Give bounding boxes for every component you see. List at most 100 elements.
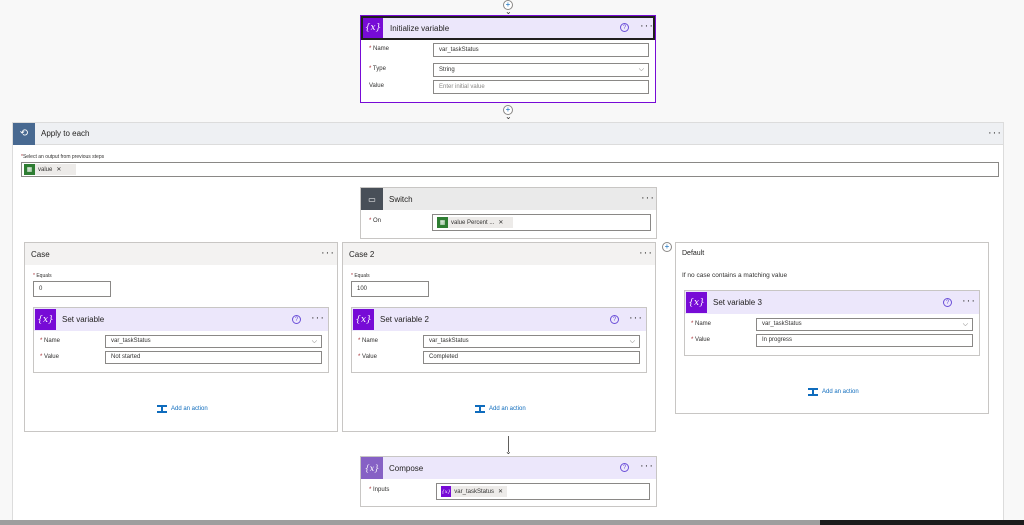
remove-token-icon[interactable]: ✕ (56, 164, 61, 176)
default-case-card: Default If no case contains a matching v… (675, 242, 989, 414)
name-label: * Name (369, 46, 390, 52)
set-variable-header[interactable]: {x} Set variable 3 (685, 291, 979, 314)
help-icon[interactable]: ? (620, 463, 629, 472)
compose-header[interactable]: {x} Compose (361, 457, 656, 479)
remove-token-icon[interactable]: ✕ (498, 217, 503, 229)
loop-icon: ⟲ (13, 122, 35, 145)
select-output-label: *Select an output from previous steps (21, 154, 105, 160)
add-an-action-link[interactable]: Add an action (475, 405, 526, 413)
name-label: * Name (691, 321, 712, 327)
switch-icon: ▭ (361, 188, 383, 210)
more-options-icon[interactable]: ··· (640, 461, 654, 472)
chevron-down-icon: ⌵ (638, 66, 644, 73)
switch-card: ▭ Switch ··· * On ▦ value Percent ... ✕ (360, 187, 657, 239)
card-title: Set variable (62, 315, 105, 324)
more-options-icon[interactable]: ··· (988, 128, 1002, 139)
initial-value-input[interactable]: Enter initial value (433, 80, 649, 94)
add-action-icon (808, 388, 818, 396)
default-description: If no case contains a matching value (682, 272, 788, 279)
percent-token[interactable]: ▦ value Percent ... ✕ (437, 217, 513, 228)
value-label: * Value (40, 354, 59, 360)
variable-value-input[interactable]: Not started (105, 351, 322, 364)
set-variable-3-card: {x} Set variable 3 ? ··· * Name var_task… (684, 290, 980, 356)
switch-on-input[interactable]: ▦ value Percent ... ✕ (432, 214, 651, 231)
card-title: Switch (389, 194, 413, 204)
more-options-icon[interactable]: ··· (640, 21, 654, 32)
remove-token-icon[interactable]: ✕ (498, 486, 503, 498)
variable-icon: {x} (363, 18, 383, 38)
chevron-down-icon: ⌵ (311, 338, 317, 345)
variable-name-select[interactable]: var_taskStatus ⌵ (756, 318, 973, 331)
set-variable-header[interactable]: {x} Set variable 2 (352, 308, 646, 331)
card-title: Case 2 (349, 249, 375, 259)
variable-name-select[interactable]: var_taskStatus ⌵ (423, 335, 640, 348)
card-title: Case (31, 249, 50, 259)
more-options-icon[interactable]: ··· (629, 313, 643, 324)
add-action-icon (157, 405, 167, 413)
name-label: * Name (358, 338, 379, 344)
variable-icon: {x} (35, 309, 56, 330)
compose-inputs-field[interactable]: {x} var_taskStatus ✕ (436, 483, 650, 500)
equals-label: * Equals (33, 273, 52, 279)
equals-label: * Equals (351, 273, 370, 279)
chevron-down-icon: ⌵ (962, 321, 968, 328)
help-icon[interactable]: ? (943, 298, 952, 307)
set-variable-2-card: {x} Set variable 2 ? ··· * Name var_task… (351, 307, 647, 373)
connector-arrow-icon: ⌄ (505, 112, 512, 121)
connector-arrow-icon: ⌄ (505, 447, 512, 456)
initialize-variable-header[interactable]: {x} Initialize variable (361, 16, 655, 40)
compose-icon: {x} (361, 457, 383, 479)
more-options-icon[interactable]: ··· (962, 296, 976, 307)
card-title: Default (682, 250, 705, 257)
variable-icon: {x} (686, 292, 707, 313)
card-title: Apply to each (41, 129, 90, 138)
help-icon[interactable]: ? (610, 315, 619, 324)
variable-icon: {x} (441, 486, 452, 497)
help-icon[interactable]: ? (620, 23, 629, 32)
value-token[interactable]: ▦ value ✕ (24, 164, 76, 175)
on-label: * On (369, 218, 382, 224)
variable-value-input[interactable]: Completed (423, 351, 640, 364)
set-variable-header[interactable]: {x} Set variable (34, 308, 328, 331)
variable-value-input[interactable]: In progress (756, 334, 973, 347)
value-label: Value (369, 83, 384, 89)
more-options-icon[interactable]: ··· (639, 248, 653, 259)
more-options-icon[interactable]: ··· (311, 313, 325, 324)
value-label: * Value (691, 337, 710, 343)
name-label: * Name (40, 338, 61, 344)
variable-type-select[interactable]: String ⌵ (433, 63, 649, 77)
variable-name-select[interactable]: var_taskStatus ⌵ (105, 335, 322, 348)
value-label: * Value (358, 354, 377, 360)
compose-card: {x} Compose ? ··· * Inputs {x} var_taskS… (360, 456, 657, 507)
add-case-button[interactable]: + (662, 242, 672, 252)
card-title: Compose (389, 463, 424, 473)
case-2-card: Case 2 ··· * Equals 100 {x} Set variable… (342, 242, 656, 432)
inputs-label: * Inputs (369, 487, 390, 493)
add-an-action-link[interactable]: Add an action (157, 405, 208, 413)
equals-input[interactable]: 0 (33, 281, 111, 297)
more-options-icon[interactable]: ··· (641, 193, 655, 204)
add-action-icon (475, 405, 485, 413)
sharepoint-icon: ▦ (24, 164, 35, 175)
switch-header[interactable]: ▭ Switch (361, 188, 656, 210)
apply-to-each-header[interactable]: ⟲ Apply to each (13, 122, 1003, 145)
more-options-icon[interactable]: ··· (321, 248, 335, 259)
chevron-down-icon: ⌵ (629, 338, 635, 345)
initialize-variable-card: {x} Initialize variable ? ··· * Name var… (360, 15, 656, 103)
add-an-action-link[interactable]: Add an action (808, 388, 859, 396)
set-variable-card: {x} Set variable ? ··· * Name var_taskSt… (33, 307, 329, 373)
case-card: Case ··· * Equals 0 {x} Set variable ? ·… (24, 242, 338, 432)
case-header[interactable]: Case (25, 243, 337, 265)
card-title: Set variable 2 (380, 315, 429, 324)
select-output-input[interactable]: ▦ value ✕ (21, 162, 999, 177)
help-icon[interactable]: ? (292, 315, 301, 324)
var-taskstatus-token[interactable]: {x} var_taskStatus ✕ (441, 486, 507, 497)
case-header[interactable]: Case 2 (343, 243, 655, 265)
sharepoint-icon: ▦ (437, 217, 448, 228)
card-title: Set variable 3 (713, 298, 762, 307)
bottom-dark-strip (820, 520, 1024, 525)
type-label: * Type (369, 66, 386, 72)
equals-input[interactable]: 100 (351, 281, 429, 297)
variable-name-input[interactable]: var_taskStatus (433, 43, 649, 57)
card-title: Initialize variable (390, 23, 450, 33)
